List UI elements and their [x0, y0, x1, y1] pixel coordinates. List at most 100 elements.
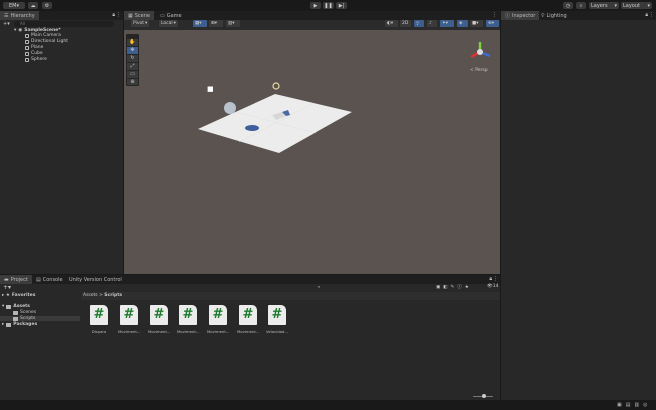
unity-scene-icon: ◉ [18, 28, 23, 33]
zoom-slider[interactable] [473, 394, 493, 398]
script-file[interactable]: # Moviment... [207, 305, 229, 334]
csharp-script-icon: # [179, 305, 197, 325]
folder-scenes[interactable]: Scenes [13, 310, 36, 315]
local-dropdown[interactable]: Local ▾ [159, 20, 178, 27]
play-icon: ▶ [313, 2, 318, 9]
sphere [224, 102, 236, 114]
hierarchy-item[interactable]: Cube [25, 51, 43, 56]
audio-toggle[interactable]: ♪ [427, 20, 437, 27]
tab-console[interactable]: ▤ Console [32, 275, 67, 284]
layers-dropdown[interactable]: Layers ▾ [589, 2, 619, 9]
folder-icon [13, 310, 18, 315]
breadcrumb-scripts[interactable]: Scripts [104, 293, 122, 298]
step-icon: ▶| [338, 2, 345, 9]
camera-icon: ■ [207, 85, 214, 93]
folder-scripts[interactable]: Scripts [13, 316, 35, 321]
scale-tool[interactable]: ⤢ [127, 63, 138, 70]
hierarchy-item[interactable]: Main Camera [25, 33, 61, 38]
layout-dropdown[interactable]: Layout ▾ [621, 2, 652, 9]
hierarchy-panel: ☰ Hierarchy 🔒︎ ⋮ +▾ All ▾ ◉ SampleScene* Ma… [0, 11, 123, 274]
lighting-toggle[interactable]: 💡︎ [414, 20, 424, 27]
favorites-item[interactable]: ▸ ★ Favorites [2, 293, 35, 298]
hidden-toggle[interactable]: ◈ [457, 20, 468, 27]
account-button[interactable]: EM ▾ [3, 2, 25, 9]
breadcrumb-assets[interactable]: Assets [83, 293, 98, 298]
scene-viewport[interactable]: ■ < Persp [124, 30, 500, 274]
csharp-script-icon: # [209, 305, 227, 325]
cloud-button[interactable]: ☁ [28, 2, 38, 9]
csharp-script-icon: # [150, 305, 168, 325]
search-button[interactable]: ⌕ [576, 2, 586, 9]
tab-game[interactable]: ▭ Game [156, 11, 186, 20]
script-file[interactable]: # Velocidad... [266, 305, 288, 334]
camera-dropdown[interactable]: ■▾ [470, 20, 483, 27]
layers-label: Layers [591, 2, 608, 9]
history-button[interactable]: ◷ [563, 2, 573, 9]
csharp-script-icon: # [239, 305, 257, 325]
step-button[interactable]: ▶| [336, 2, 347, 9]
layout-label: Layout [623, 2, 640, 9]
project-tree: ▸ ★ Favorites ▾ Assets Scenes Scripts ▸ … [0, 292, 80, 400]
play-button[interactable]: ▶ [310, 2, 321, 9]
csharp-script-icon: # [268, 305, 286, 325]
sphere-shadow [245, 125, 259, 131]
create-button[interactable]: +▾ [3, 284, 11, 291]
inspector-panel: ⓘ Inspector 💡︎ Lighting 🔒︎ ⋮ [501, 11, 656, 400]
tab-hierarchy[interactable]: ☰ Hierarchy [0, 11, 39, 20]
light-icon [272, 82, 280, 90]
folder-icon [6, 322, 12, 327]
tab-version-control[interactable]: Unity Version Control [65, 275, 126, 284]
pause-button[interactable]: ❚❚ [323, 2, 334, 9]
hierarchy-item[interactable]: Plane [25, 45, 43, 50]
shading-mode[interactable]: ◐▾ [385, 20, 398, 27]
project-filter-icons[interactable]: ▣◧✎ⓘ★ [436, 284, 472, 290]
lock-icon[interactable]: 🔒︎ [489, 276, 492, 282]
effects-toggle[interactable]: ✦▾ [440, 20, 454, 27]
gameobject-icon [25, 45, 29, 50]
hierarchy-item[interactable]: Sphere [25, 57, 47, 62]
rect-tool[interactable]: ▭ [127, 71, 138, 78]
script-file[interactable]: # Dispara [88, 305, 110, 334]
assets-item[interactable]: ▾ Assets [2, 304, 30, 309]
hierarchy-icon: ☰ [4, 12, 9, 19]
packages-item[interactable]: ▸ Packages [2, 322, 37, 327]
lock-icon[interactable]: 🔒︎ [112, 12, 115, 18]
more-icon[interactable]: ⋮ [492, 12, 497, 18]
breadcrumb: Assets > Scripts [81, 292, 500, 300]
account-label: EM [9, 2, 17, 9]
status-bar-icons[interactable]: ▣▤▥◎ [617, 402, 652, 408]
script-file[interactable]: # Moviment... [177, 305, 199, 334]
more-icon[interactable]: ⋮ [493, 276, 498, 282]
rotate-tool[interactable]: ↻ [127, 55, 138, 62]
add-button[interactable]: +▾ [3, 21, 10, 27]
gameobject-icon [25, 39, 29, 44]
script-file[interactable]: # Moviment... [237, 305, 259, 334]
tab-scene[interactable]: ▦ Scene [124, 11, 154, 20]
script-file[interactable]: # Moviment... [148, 305, 170, 334]
tab-inspector[interactable]: ⓘ Inspector [501, 11, 540, 20]
more-icon[interactable]: ⋮ [649, 12, 654, 18]
increment-button[interactable]: ▥▾ [226, 20, 240, 27]
settings-button[interactable]: ⚙ [42, 2, 52, 9]
hidden-count: 👁︎14 [487, 284, 499, 289]
gameobject-icon [25, 51, 29, 56]
move-tool[interactable]: ✥ [127, 47, 138, 54]
gameobject-icon [25, 57, 29, 62]
scene-panel: ▦ Scene ▭ Game ⋮ ■ < Persp ✋ ✥ ↻ ⤢ ▭ ⊕ [124, 11, 500, 274]
hierarchy-item[interactable]: Directional Light [25, 39, 68, 44]
2d-toggle[interactable]: 2D [400, 20, 411, 27]
script-file[interactable]: # Moviment... [118, 305, 140, 334]
pivot-dropdown[interactable]: Pivot ▾ [131, 20, 150, 27]
grid-snap-button[interactable]: ▦▾ [193, 20, 207, 27]
project-search[interactable]: ⌕ [318, 284, 433, 290]
lock-icon[interactable]: 🔒︎ [645, 12, 648, 18]
hand-tool[interactable]: ✋ [127, 39, 138, 46]
gizmos-dropdown[interactable]: ⊕▾ [486, 20, 499, 27]
transform-tool[interactable]: ⊕ [127, 79, 138, 85]
snap-button[interactable]: ⊞▾ [209, 20, 223, 27]
folder-icon [6, 304, 12, 309]
hierarchy-search[interactable]: All [14, 21, 114, 27]
tab-lighting[interactable]: 💡︎ Lighting [537, 11, 571, 20]
tab-project[interactable]: ▬ Project [0, 275, 32, 284]
more-icon[interactable]: ⋮ [116, 12, 121, 18]
